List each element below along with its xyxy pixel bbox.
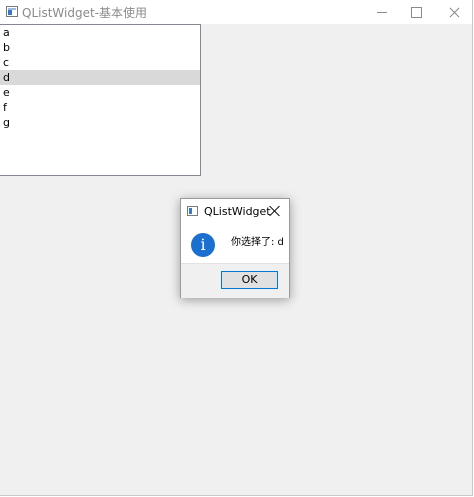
message-box: QListWidget i 你选择了: d OK <box>180 198 290 298</box>
list-item[interactable]: f <box>0 100 200 115</box>
message-box-close-icon[interactable] <box>269 205 281 217</box>
list-item[interactable]: g <box>0 115 200 130</box>
app-icon <box>187 206 198 216</box>
list-item[interactable]: c <box>0 55 200 70</box>
message-box-title-bar[interactable]: QListWidget <box>181 199 289 223</box>
message-text: 你选择了: d <box>231 237 284 248</box>
maximize-icon <box>410 6 422 18</box>
ok-button[interactable]: OK <box>221 271 278 289</box>
main-window: QListWidget-基本使用 a b c d e f g QListWidg… <box>0 0 473 496</box>
minimize-button[interactable] <box>364 0 400 24</box>
minimize-icon <box>377 11 387 13</box>
app-icon <box>6 6 18 17</box>
list-item[interactable]: e <box>0 85 200 100</box>
information-icon: i <box>191 233 215 257</box>
message-box-footer: OK <box>181 263 289 298</box>
window-title: QListWidget-基本使用 <box>22 6 148 20</box>
message-box-title: QListWidget <box>204 205 271 218</box>
maximize-button[interactable] <box>398 0 434 24</box>
list-widget[interactable]: a b c d e f g <box>0 24 201 176</box>
close-button[interactable] <box>436 0 472 24</box>
list-item-selected[interactable]: d <box>0 70 200 85</box>
title-bar[interactable]: QListWidget-基本使用 <box>0 0 472 24</box>
close-icon <box>449 7 460 18</box>
list-item[interactable]: b <box>0 40 200 55</box>
list-item[interactable]: a <box>0 25 200 40</box>
